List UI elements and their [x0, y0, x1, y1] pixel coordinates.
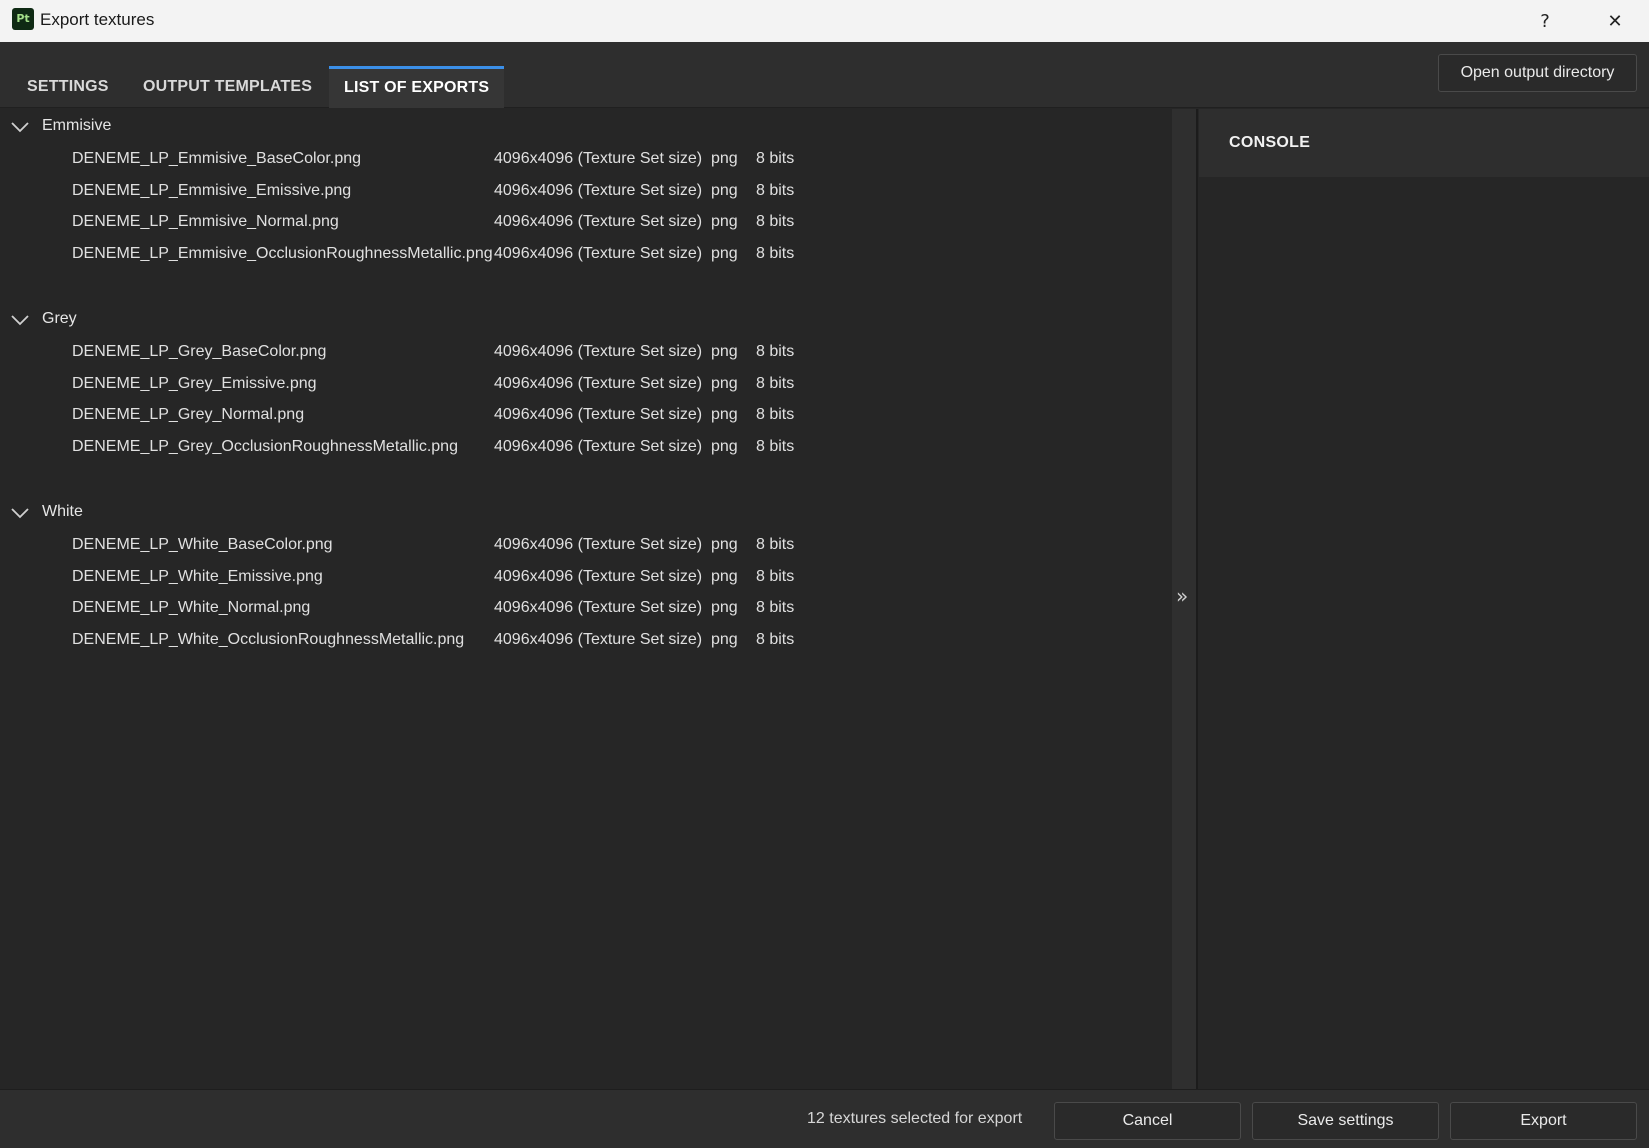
chevron-down-icon[interactable] — [10, 310, 30, 330]
file-format: png — [711, 567, 738, 585]
file-format: png — [711, 536, 738, 553]
double-chevron-right-icon[interactable]: » — [1176, 584, 1188, 608]
window-title: Export textures — [40, 10, 155, 29]
console-panel: CONSOLE — [1199, 109, 1649, 1089]
file-format: png — [711, 181, 738, 199]
export-row: DENEME_LP_Grey_BaseColor.png 4096x4096 (T… — [0, 338, 1172, 370]
file-name: DENEME_LP_Grey_Normal.png — [72, 406, 305, 423]
export-row: DENEME_LP_White_Normal.png 4096x4096 (Tex… — [0, 594, 1172, 626]
file-format: png — [711, 374, 738, 392]
texture-size: 4096x4096 (Texture Set size) — [494, 630, 703, 648]
export-row: DENEME_LP_Grey_Normal.png 4096x4096 (Text… — [0, 401, 1172, 433]
group-name: Emmisive — [42, 117, 112, 134]
texture-size: 4096x4096 (Texture Set size) — [494, 406, 703, 423]
texture-size: 4096x4096 (Texture Set size) — [494, 536, 703, 553]
file-name: DENEME_LP_Grey_BaseColor.png — [72, 343, 327, 360]
file-format: png — [711, 406, 738, 423]
file-format: png — [711, 213, 738, 230]
bit-depth: 8 bits — [756, 599, 795, 616]
file-name: DENEME_LP_White_BaseColor.png — [72, 536, 333, 553]
bit-depth: 8 bits — [756, 374, 795, 392]
texture-size: 4096x4096 (Texture Set size) — [494, 437, 703, 455]
group-header-grey[interactable]: Grey — [0, 302, 1172, 338]
file-format: png — [711, 599, 738, 616]
export-row: DENEME_LP_Emmisive_OcclusionRoughnessMet… — [0, 240, 1172, 272]
export-group: Grey DENEME_LP_Grey_BaseColor.png 4096x40… — [0, 302, 1172, 495]
texture-size: 4096x4096 (Texture Set size) — [494, 374, 703, 392]
file-name: DENEME_LP_Grey_Emissive.png — [72, 374, 317, 392]
texture-size: 4096x4096 (Texture Set size) — [494, 343, 703, 360]
app-logo-icon: Pt — [12, 8, 34, 30]
export-row: DENEME_LP_White_Emissive.png 4096x4096 (T… — [0, 563, 1172, 595]
file-name: DENEME_LP_Emmisive_BaseColor.png — [72, 150, 362, 167]
file-format: png — [711, 630, 738, 648]
bit-depth: 8 bits — [756, 406, 795, 423]
console-title: CONSOLE — [1229, 134, 1311, 151]
tab-settings[interactable]: SETTINGS — [12, 66, 124, 108]
texture-size: 4096x4096 (Texture Set size) — [494, 244, 703, 262]
chevron-down-icon[interactable] — [10, 503, 30, 523]
bit-depth: 8 bits — [756, 630, 795, 648]
tab-bar: SETTINGS OUTPUT TEMPLATES LIST OF EXPORT… — [0, 42, 1649, 108]
cancel-button[interactable]: Cancel — [1054, 1102, 1241, 1140]
chevron-down-icon[interactable] — [10, 117, 30, 137]
bit-depth: 8 bits — [756, 244, 795, 262]
export-count-status: 12 textures selected for export — [807, 1110, 1023, 1127]
file-name: DENEME_LP_Emmisive_Emissive.png — [72, 181, 352, 199]
export-button[interactable]: Export — [1450, 1102, 1637, 1140]
file-format: png — [711, 150, 738, 167]
file-name: DENEME_LP_White_Normal.png — [72, 599, 311, 616]
export-list: Emmisive DENEME_LP_Emmisive_BaseColor.pn… — [0, 109, 1172, 1089]
file-name: DENEME_LP_White_Emissive.png — [72, 567, 323, 585]
export-group: White DENEME_LP_White_BaseColor.png 4096x… — [0, 495, 1172, 657]
group-name: Grey — [42, 310, 77, 327]
bit-depth: 8 bits — [756, 567, 795, 585]
group-name: White — [42, 503, 83, 520]
export-row: DENEME_LP_Emmisive_Emissive.png 4096x4096… — [0, 177, 1172, 209]
file-name: DENEME_LP_Emmisive_Normal.png — [72, 213, 339, 230]
export-row: DENEME_LP_Grey_OcclusionRoughnessMetalli… — [0, 433, 1172, 465]
help-button[interactable]: ? — [1510, 0, 1580, 42]
bit-depth: 8 bits — [756, 181, 795, 199]
bit-depth: 8 bits — [756, 213, 795, 230]
export-row: DENEME_LP_Emmisive_BaseColor.png 4096x409… — [0, 145, 1172, 177]
close-button[interactable]: ✕ — [1580, 0, 1649, 42]
file-name: DENEME_LP_Grey_OcclusionRoughnessMetalli… — [72, 437, 458, 455]
export-row: DENEME_LP_White_OcclusionRoughnessMetall… — [0, 626, 1172, 658]
texture-size: 4096x4096 (Texture Set size) — [494, 181, 703, 199]
save-settings-button[interactable]: Save settings — [1252, 1102, 1439, 1140]
bit-depth: 8 bits — [756, 343, 795, 360]
group-header-emmisive[interactable]: Emmisive — [0, 109, 1172, 145]
export-row: DENEME_LP_Grey_Emissive.png 4096x4096 (Te… — [0, 370, 1172, 402]
panel-splitter[interactable]: » — [1172, 109, 1198, 1089]
texture-size: 4096x4096 (Texture Set size) — [494, 599, 703, 616]
tab-list-of-exports[interactable]: LIST OF EXPORTS — [329, 66, 505, 108]
tab-output-templates[interactable]: OUTPUT TEMPLATES — [128, 66, 327, 108]
footer-bar: 12 textures selected for export Cancel S… — [0, 1089, 1649, 1148]
file-format: png — [711, 343, 738, 360]
file-format: png — [711, 437, 738, 455]
file-format: png — [711, 244, 738, 262]
export-row: DENEME_LP_White_BaseColor.png 4096x4096 (… — [0, 531, 1172, 563]
file-name: DENEME_LP_White_OcclusionRoughnessMetall… — [72, 630, 465, 648]
file-name: DENEME_LP_Emmisive_OcclusionRoughnessMet… — [72, 244, 493, 262]
bit-depth: 8 bits — [756, 437, 795, 455]
bit-depth: 8 bits — [756, 536, 795, 553]
group-header-white[interactable]: White — [0, 495, 1172, 531]
console-header: CONSOLE — [1199, 109, 1649, 177]
texture-size: 4096x4096 (Texture Set size) — [494, 150, 703, 167]
title-bar: Pt Export textures ? ✕ — [0, 0, 1649, 42]
export-group: Emmisive DENEME_LP_Emmisive_BaseColor.pn… — [0, 109, 1172, 302]
bit-depth: 8 bits — [756, 150, 795, 167]
export-row: DENEME_LP_Emmisive_Normal.png 4096x4096 (… — [0, 208, 1172, 240]
texture-size: 4096x4096 (Texture Set size) — [494, 213, 703, 230]
texture-size: 4096x4096 (Texture Set size) — [494, 567, 703, 585]
open-output-directory-button[interactable]: Open output directory — [1438, 54, 1637, 92]
